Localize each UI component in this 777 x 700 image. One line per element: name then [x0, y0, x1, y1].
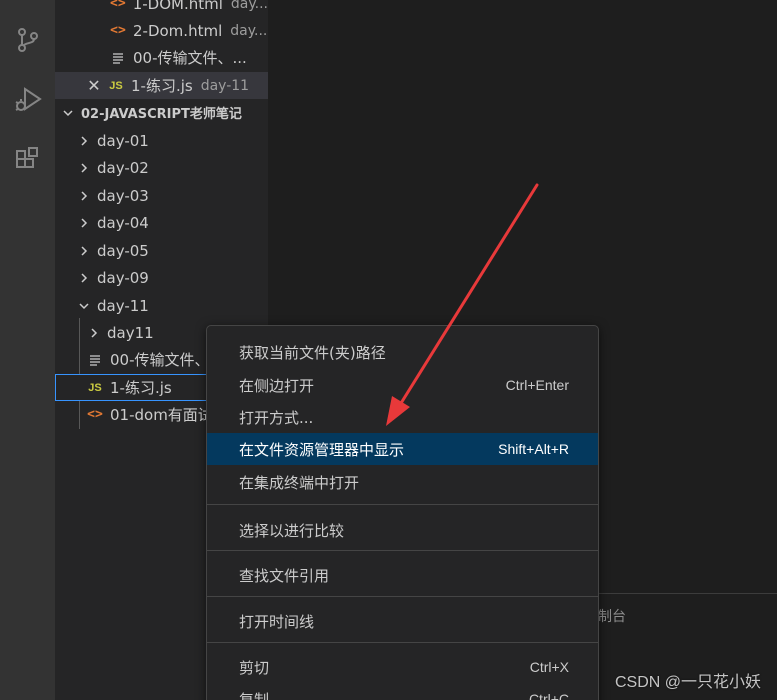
- run-debug-icon[interactable]: [0, 77, 55, 121]
- chevron-right-icon: [87, 326, 101, 340]
- folder-name: day-02: [97, 158, 149, 177]
- panel-tab-label[interactable]: 制台: [598, 606, 626, 626]
- chevron-right-icon: [77, 244, 91, 258]
- menu-item-copy-path[interactable]: 获取当前文件(夹)路径: [207, 336, 598, 368]
- menu-item-find-references[interactable]: 查找文件引用: [207, 559, 598, 591]
- extensions-icon[interactable]: [0, 138, 55, 182]
- chevron-down-icon: [61, 106, 75, 120]
- folder-name: day-01: [97, 131, 149, 150]
- folder-name: day-09: [97, 268, 149, 287]
- folder-name: day-11: [97, 296, 149, 315]
- html-file-icon: <>: [110, 23, 126, 38]
- menu-item-open-timeline[interactable]: 打开时间线: [207, 605, 598, 637]
- open-editor-name: 2-Dom.html: [133, 21, 223, 40]
- workspace-section-header[interactable]: 02-JAVASCRIPT老师笔记: [55, 99, 268, 126]
- menu-item-label: 打开方式...: [239, 408, 314, 427]
- menu-item-label: 复制: [239, 690, 270, 700]
- html-file-icon: <>: [87, 407, 103, 422]
- menu-item-open-in-terminal[interactable]: 在集成终端中打开: [207, 466, 598, 498]
- folder-item[interactable]: day-04: [55, 209, 268, 236]
- workspace-title: 02-JAVASCRIPT老师笔记: [81, 107, 242, 122]
- menu-item-open-to-side[interactable]: 在侧边打开 Ctrl+Enter: [207, 369, 598, 401]
- open-editor-desc: day...: [230, 22, 268, 39]
- folder-item[interactable]: day-01: [55, 127, 268, 154]
- chevron-down-icon: [77, 299, 91, 313]
- open-editor-desc: day...: [230, 0, 268, 12]
- close-icon[interactable]: ✕: [86, 76, 102, 95]
- html-file-icon: <>: [110, 0, 126, 11]
- markdown-file-icon: [87, 352, 103, 368]
- menu-item-label: 在文件资源管理器中显示: [239, 440, 405, 459]
- chevron-right-icon: [77, 271, 91, 285]
- menu-separator: [207, 596, 598, 597]
- file-name: 01-dom有面试: [110, 406, 213, 424]
- menu-item-label: 获取当前文件(夹)路径: [239, 343, 386, 362]
- menu-separator: [207, 504, 598, 505]
- open-editor-item[interactable]: <> 1-DOM.html day...: [55, 0, 268, 17]
- folder-item[interactable]: day-03: [55, 182, 268, 209]
- menu-separator: [207, 550, 598, 551]
- menu-item-label: 选择以进行比较: [239, 521, 345, 540]
- menu-item-shortcut: Shift+Alt+R: [498, 441, 569, 457]
- open-editor-item[interactable]: <> 2-Dom.html day...: [55, 17, 268, 44]
- activity-bar: [0, 0, 55, 700]
- source-control-icon[interactable]: [0, 18, 55, 62]
- menu-item-label: 在侧边打开: [239, 376, 315, 395]
- context-menu: 获取当前文件(夹)路径 在侧边打开 Ctrl+Enter 打开方式... 在文件…: [206, 325, 599, 700]
- folder-item[interactable]: day-05: [55, 237, 268, 264]
- markdown-file-icon: [110, 50, 126, 66]
- file-name: 00-传输文件、: [110, 351, 210, 369]
- open-editor-name: 00-传输文件、...: [133, 49, 247, 67]
- open-editor-item[interactable]: 00-传输文件、...: [55, 44, 268, 71]
- watermark: CSDN @一只花小妖: [614, 674, 761, 691]
- chevron-right-icon: [77, 134, 91, 148]
- menu-item-label: 剪切: [239, 658, 270, 677]
- menu-item-shortcut: Ctrl+C: [528, 691, 569, 700]
- folder-item-open[interactable]: day-11: [55, 292, 268, 319]
- menu-item-reveal-in-explorer[interactable]: 在文件资源管理器中显示 Shift+Alt+R: [207, 433, 598, 465]
- folder-name: day-05: [97, 241, 149, 260]
- chevron-right-icon: [77, 189, 91, 203]
- menu-item-shortcut: Ctrl+X: [529, 659, 569, 675]
- menu-item-label: 打开时间线: [239, 612, 315, 631]
- menu-item-label: 查找文件引用: [239, 566, 330, 585]
- js-file-icon: JS: [109, 79, 123, 92]
- menu-item-copy[interactable]: 复制 Ctrl+C: [207, 683, 598, 700]
- open-editor-name: 1-DOM.html: [132, 0, 223, 13]
- folder-name: day11: [107, 323, 154, 342]
- menu-item-shortcut: Ctrl+Enter: [505, 377, 569, 393]
- menu-item-select-for-compare[interactable]: 选择以进行比较: [207, 514, 598, 546]
- js-file-icon: JS: [88, 381, 102, 394]
- open-editor-desc: day-11: [200, 77, 250, 94]
- file-name: 1-练习.js: [110, 379, 172, 397]
- open-editor-name: 1-练习.js: [131, 77, 193, 95]
- folder-item[interactable]: day-02: [55, 154, 268, 181]
- folder-name: day-04: [97, 213, 149, 232]
- folder-name: day-03: [97, 186, 149, 205]
- menu-separator: [207, 642, 598, 643]
- chevron-right-icon: [77, 216, 91, 230]
- chevron-right-icon: [77, 161, 91, 175]
- menu-item-cut[interactable]: 剪切 Ctrl+X: [207, 651, 598, 683]
- open-editor-item-active[interactable]: ✕ JS 1-练习.js day-11: [55, 72, 268, 99]
- menu-item-open-with[interactable]: 打开方式...: [207, 401, 598, 433]
- menu-item-label: 在集成终端中打开: [239, 473, 360, 492]
- folder-item[interactable]: day-09: [55, 264, 268, 291]
